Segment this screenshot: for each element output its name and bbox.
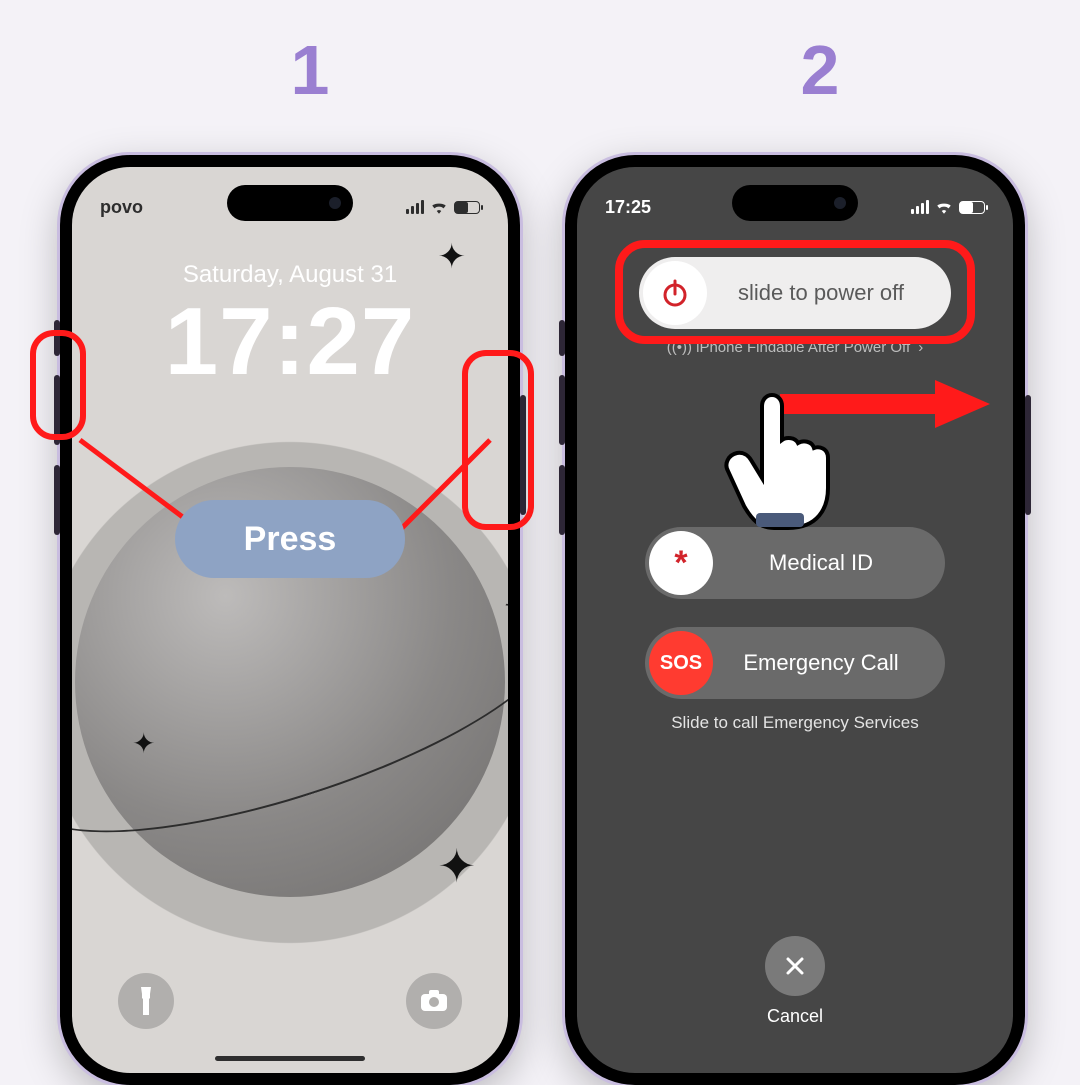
medical-id-label: Medical ID: [717, 550, 945, 576]
battery-icon: [959, 201, 985, 214]
mute-switch[interactable]: [559, 320, 565, 356]
dynamic-island: [732, 185, 858, 221]
sos-icon[interactable]: SOS: [649, 631, 713, 695]
lock-screen-date: Saturday, August 31: [72, 261, 508, 289]
home-indicator[interactable]: [215, 1056, 365, 1061]
annotation-highlight-power-slider: [615, 240, 975, 344]
emergency-call-label: Emergency Call: [717, 650, 945, 676]
annotation-pointer-hand-icon: [720, 385, 840, 535]
status-time: 17:25: [605, 197, 651, 218]
volume-down-button[interactable]: [54, 465, 60, 535]
emergency-hint-text: Slide to call Emergency Services: [577, 713, 1013, 733]
battery-icon: [454, 201, 480, 214]
dynamic-island: [227, 185, 353, 221]
phone-mockup-lockscreen: ✦ ✦ ✦ povo Saturday, August 31 17:27: [60, 155, 520, 1085]
camera-button[interactable]: [406, 973, 462, 1029]
close-icon: [783, 954, 807, 978]
medical-id-slider[interactable]: * Medical ID: [645, 527, 945, 599]
step-number-1: 1: [280, 30, 340, 110]
carrier-label: povo: [100, 197, 143, 218]
cellular-signal-icon: [406, 200, 424, 214]
side-power-button[interactable]: [1025, 395, 1031, 515]
cancel-button[interactable]: [765, 936, 825, 996]
wifi-icon: [430, 200, 448, 214]
volume-up-button[interactable]: [559, 375, 565, 445]
flashlight-button[interactable]: [118, 973, 174, 1029]
medical-icon[interactable]: *: [649, 531, 713, 595]
step-number-2: 2: [790, 30, 850, 110]
sparkle-icon: ✦: [437, 839, 476, 893]
cellular-signal-icon: [911, 200, 929, 214]
wifi-icon: [935, 200, 953, 214]
sparkle-icon: ✦: [132, 727, 155, 760]
cancel-label: Cancel: [767, 1006, 823, 1027]
cancel-area: Cancel: [577, 936, 1013, 1027]
emergency-sos-slider[interactable]: SOS Emergency Call: [645, 627, 945, 699]
volume-down-button[interactable]: [559, 465, 565, 535]
lock-screen: ✦ ✦ ✦ povo Saturday, August 31 17:27: [72, 167, 508, 1073]
annotation-press-label: Press: [175, 500, 405, 578]
